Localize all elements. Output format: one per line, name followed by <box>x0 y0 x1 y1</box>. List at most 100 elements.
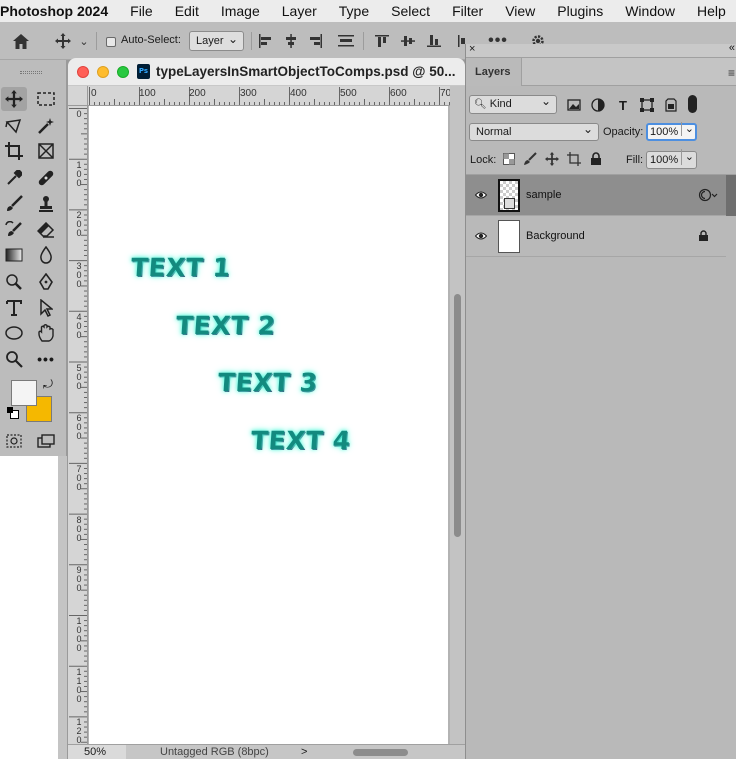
distribute-icon[interactable] <box>337 30 355 52</box>
app-menu[interactable]: Photoshop 2024 <box>0 3 108 19</box>
ruler-h-label: 300 <box>240 88 257 99</box>
crop-tool-icon[interactable] <box>1 139 27 163</box>
blur-tool-icon[interactable] <box>33 243 59 267</box>
auto-select-target-dropdown[interactable]: Layer <box>189 30 244 51</box>
filter-adjustment-icon[interactable] <box>590 97 606 113</box>
move-tool-preset-icon[interactable] <box>52 30 74 52</box>
layer-name[interactable]: sample <box>526 189 561 201</box>
eye-icon[interactable] <box>475 230 487 242</box>
align-bottom-icon[interactable] <box>425 30 443 52</box>
frame-tool-icon[interactable] <box>33 139 59 163</box>
fill-field[interactable]: 100% <box>646 149 697 169</box>
align-middle-v-icon[interactable] <box>399 30 417 52</box>
quick-mask-icon[interactable] <box>1 429 27 453</box>
panel-grip[interactable] <box>20 71 42 74</box>
filter-type-icon[interactable]: T <box>615 97 631 113</box>
foreground-color-swatch[interactable] <box>11 380 37 406</box>
layer-comps-icon[interactable] <box>698 188 718 202</box>
zoom-level-field[interactable]: 50% <box>68 745 126 759</box>
ruler-origin[interactable] <box>68 86 88 106</box>
clone-stamp-icon[interactable] <box>33 192 59 216</box>
dodge-tool-icon[interactable] <box>1 270 27 294</box>
ellipse-tool-icon[interactable] <box>1 321 27 345</box>
filter-toggle-switch[interactable] <box>688 95 697 113</box>
align-right-icon[interactable] <box>307 30 325 52</box>
move-tool-icon[interactable] <box>1 87 27 111</box>
status-menu-arrow[interactable]: > <box>301 745 307 759</box>
ruler-v-label: 1100 <box>76 666 82 704</box>
healing-brush-icon[interactable] <box>33 166 59 190</box>
minimize-window-button[interactable] <box>97 66 109 78</box>
collapse-panel-icon[interactable]: « <box>729 42 735 54</box>
menu-file[interactable]: File <box>130 3 153 19</box>
hand-tool-icon[interactable] <box>33 321 59 345</box>
history-brush-icon[interactable] <box>1 218 27 242</box>
auto-select-checkbox[interactable] <box>106 37 116 47</box>
layer-name[interactable]: Background <box>526 230 585 242</box>
marquee-tool-icon[interactable] <box>33 87 59 111</box>
horizontal-ruler[interactable]: 0 100 200 300 400 500 600 70 <box>88 86 450 106</box>
vertical-ruler[interactable]: 0 100 200 300 400 500 600 700 800 900 1000 1100 1200 <box>68 106 88 744</box>
menu-type[interactable]: Type <box>339 3 369 19</box>
edit-toolbar-icon[interactable]: ••• <box>33 347 59 371</box>
eraser-tool-icon[interactable] <box>33 218 59 242</box>
filter-smart-object-icon[interactable] <box>663 97 679 113</box>
filter-kind-label: Kind <box>489 98 512 110</box>
search-icon: 🔍︎ <box>474 99 487 110</box>
layers-scrollbar[interactable] <box>726 175 736 216</box>
filter-pixel-icon[interactable] <box>566 97 582 113</box>
path-selection-icon[interactable] <box>33 296 59 320</box>
ruler-h-label: 500 <box>340 88 357 99</box>
layer-row-sample[interactable]: sample <box>466 175 736 216</box>
align-center-h-icon[interactable] <box>282 30 300 52</box>
lasso-tool-icon[interactable] <box>1 114 27 138</box>
filter-kind-dropdown[interactable]: 🔍︎ Kind <box>469 93 557 114</box>
horizontal-scroll-thumb[interactable] <box>353 749 408 756</box>
menu-view[interactable]: View <box>505 3 535 19</box>
opacity-field[interactable]: 100% <box>646 122 697 141</box>
ruler-h-label: 0 <box>91 88 97 99</box>
zoom-tool-icon[interactable] <box>1 347 27 371</box>
tab-layers[interactable]: Layers <box>466 58 522 86</box>
layer-row-background[interactable]: Background <box>466 216 726 257</box>
magic-wand-icon[interactable] <box>33 114 59 138</box>
close-window-button[interactable] <box>77 66 89 78</box>
lock-artboard-icon[interactable] <box>567 152 581 166</box>
menu-image[interactable]: Image <box>221 3 260 19</box>
eyedropper-tool-icon[interactable] <box>1 166 27 190</box>
home-icon[interactable] <box>10 30 32 52</box>
lock-image-pixels-icon[interactable] <box>523 152 537 166</box>
menu-window[interactable]: Window <box>625 3 675 19</box>
lock-position-icon[interactable] <box>545 152 559 166</box>
menu-help[interactable]: Help <box>697 3 726 19</box>
type-tool-icon[interactable] <box>1 296 27 320</box>
menu-plugins[interactable]: Plugins <box>557 3 603 19</box>
zoom-window-button[interactable] <box>117 66 129 78</box>
close-panel-icon[interactable]: × <box>469 43 475 55</box>
canvas[interactable]: TEXT 1 TEXT 2 TEXT 3 TEXT 4 <box>89 106 448 744</box>
pen-tool-icon[interactable] <box>33 270 59 294</box>
document-title: typeLayersInSmartObjectToComps.psd @ 50.… <box>156 64 456 79</box>
menu-layer[interactable]: Layer <box>282 3 317 19</box>
document-title-bar[interactable]: Ps typeLayersInSmartObjectToComps.psd @ … <box>68 58 465 86</box>
gradient-tool-icon[interactable] <box>1 243 27 267</box>
filter-shape-icon[interactable] <box>639 97 655 113</box>
menu-filter[interactable]: Filter <box>452 3 483 19</box>
panel-menu-icon[interactable]: ≡ <box>728 66 735 80</box>
eye-icon[interactable] <box>475 189 487 201</box>
vertical-scrollbar[interactable] <box>450 86 465 744</box>
default-colors-icon[interactable] <box>7 407 19 419</box>
ruler-v-label: 500 <box>76 362 82 391</box>
lock-all-icon[interactable] <box>589 152 603 166</box>
blend-mode-dropdown[interactable]: Normal <box>469 121 599 141</box>
lock-transparent-pixels-icon[interactable] <box>502 152 516 166</box>
brush-tool-icon[interactable] <box>1 192 27 216</box>
menu-edit[interactable]: Edit <box>175 3 199 19</box>
swap-colors-icon[interactable]: ⤾ <box>43 377 53 392</box>
chevron-down-icon[interactable]: ⌄ <box>78 30 90 52</box>
menu-select[interactable]: Select <box>391 3 430 19</box>
align-left-icon[interactable] <box>256 30 274 52</box>
vertical-scroll-thumb[interactable] <box>454 294 461 537</box>
screen-mode-icon[interactable] <box>33 429 59 453</box>
align-top-icon[interactable] <box>373 30 391 52</box>
